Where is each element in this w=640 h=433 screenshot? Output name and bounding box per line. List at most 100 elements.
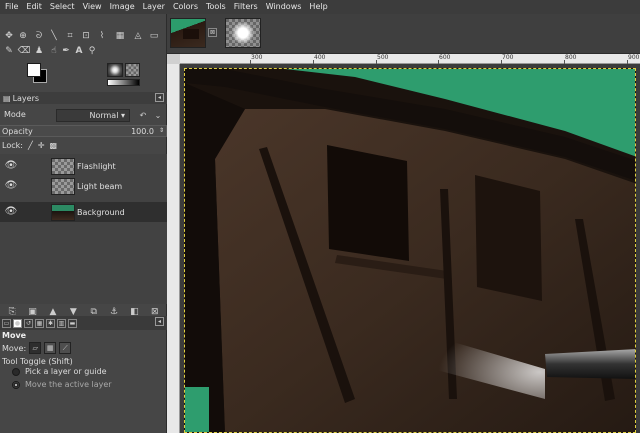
- lock-alpha-icon[interactable]: ▩: [49, 141, 57, 150]
- layers-dock-header: ▤ Layers ◂: [0, 92, 167, 104]
- opacity-label: Opacity: [2, 127, 33, 136]
- radio-move-active[interactable]: Move the active layer: [12, 380, 112, 389]
- layer-row[interactable]: 👁 Light beam: [0, 176, 167, 196]
- ruler-label: 600: [439, 54, 451, 61]
- ruler-label: 800: [565, 54, 577, 61]
- radio-button[interactable]: [12, 380, 20, 389]
- menu-file[interactable]: File: [2, 0, 23, 14]
- tool-toggle-label: Tool Toggle (Shift): [2, 357, 73, 366]
- vertical-ruler[interactable]: [167, 64, 180, 433]
- image-tab-house[interactable]: [170, 18, 206, 48]
- dock-menu-icon[interactable]: ◂: [155, 93, 164, 102]
- menu-filters[interactable]: Filters: [231, 0, 263, 14]
- fuzzy-select-icon[interactable]: ╲: [48, 30, 60, 42]
- lock-label: Lock:: [2, 140, 23, 150]
- align-icon[interactable]: ⊕: [17, 30, 29, 42]
- undo-tab-icon[interactable]: ↺: [24, 318, 33, 328]
- layer-list: 👁 Flashlight 👁 Light beam 👁 Background: [0, 154, 167, 304]
- path-icon[interactable]: ✒: [60, 45, 72, 57]
- mode-select[interactable]: Normal ▾: [56, 109, 130, 122]
- images-tab-icon[interactable]: ▦: [35, 318, 44, 328]
- move-selection-icon[interactable]: ▦: [44, 342, 57, 354]
- image-canvas[interactable]: [184, 68, 636, 433]
- cage-icon[interactable]: ▦: [114, 30, 126, 42]
- lasso-icon[interactable]: ᘐ: [33, 30, 45, 42]
- dock-menu-icon[interactable]: ◂: [155, 317, 164, 326]
- pattern-preview[interactable]: [125, 63, 140, 77]
- canvas-area[interactable]: [180, 64, 640, 433]
- menu-tools[interactable]: Tools: [203, 0, 231, 14]
- menu-view[interactable]: View: [80, 0, 107, 14]
- layer-row-selected[interactable]: 👁 Background: [0, 202, 167, 222]
- options-tabs: ▭ ● ↺ ▦ ✱ ▥ ▬ ◂: [0, 316, 167, 330]
- menu-image[interactable]: Image: [107, 0, 140, 14]
- move-label: Move:: [2, 343, 27, 353]
- menu-select[interactable]: Select: [47, 0, 80, 14]
- mode-row: Mode Normal ▾ ↶ ⌄: [0, 108, 167, 124]
- move-mode-row: Move: ▱ ▦ ⟋: [2, 342, 72, 354]
- menu-windows[interactable]: Windows: [263, 0, 307, 14]
- opacity-slider[interactable]: Opacity 100.0 ⇕: [0, 125, 167, 137]
- horizontal-ruler[interactable]: 300 400 500 600 700 800 900: [180, 54, 640, 64]
- move-layer-icon[interactable]: ▱: [29, 342, 42, 354]
- left-dock: ✥ ⊕ ᘐ ╲ ⌗ ⊡ ⌇ ▦ ◬ ▭ ✎ ⌫ ♟ ☝ ✒ A ⚲ ▤ Laye…: [0, 14, 167, 433]
- tool-options-tab-icon[interactable]: ▭: [2, 318, 11, 328]
- brushes-tab-icon[interactable]: ✱: [46, 318, 55, 328]
- mode-options-icon[interactable]: ⌄: [152, 109, 164, 122]
- layers-tab-icon: ▤: [3, 93, 11, 103]
- spin-arrows-icon[interactable]: ⇕: [159, 127, 164, 134]
- layer-name: Background: [77, 207, 125, 217]
- menu-layer[interactable]: Layer: [140, 0, 170, 14]
- bucket-fill-icon[interactable]: ◬: [132, 30, 144, 42]
- brush-preview[interactable]: [107, 63, 123, 77]
- sky-corner: [185, 387, 209, 432]
- gradient-icon[interactable]: ▭: [148, 30, 160, 42]
- layer-thumbnail: [51, 157, 75, 175]
- window: [327, 145, 409, 261]
- smudge-icon[interactable]: ☝: [48, 45, 60, 57]
- visibility-eye-icon[interactable]: 👁: [4, 161, 18, 171]
- move-path-icon[interactable]: ⟋: [59, 342, 72, 354]
- menu-edit[interactable]: Edit: [23, 0, 47, 14]
- gimp-window: File Edit Select View Image Layer Colors…: [0, 0, 640, 433]
- warp-icon[interactable]: ⌇: [96, 30, 108, 42]
- text-icon[interactable]: A: [73, 45, 85, 57]
- window-right: [475, 175, 542, 301]
- radio-button[interactable]: [12, 367, 20, 376]
- crop-icon[interactable]: ⌗: [64, 30, 76, 42]
- ruler-label: 300: [251, 54, 263, 61]
- layer-name: Flashlight: [77, 161, 116, 171]
- lock-pixels-icon[interactable]: ╱: [28, 141, 33, 150]
- clone-icon[interactable]: ♟: [33, 45, 45, 57]
- paintbrush-icon[interactable]: ✎: [3, 45, 15, 57]
- layer-row[interactable]: 👁 Flashlight: [0, 156, 167, 176]
- mode-label: Mode: [4, 110, 26, 119]
- toolbox: ✥ ⊕ ᘐ ╲ ⌗ ⊡ ⌇ ▦ ◬ ▭ ✎ ⌫ ♟ ☝ ✒ A ⚲: [0, 14, 167, 92]
- ruler-label: 900: [628, 54, 640, 61]
- move-icon[interactable]: ✥: [3, 30, 15, 42]
- ruler-corner: [167, 54, 180, 64]
- device-status-tab-icon[interactable]: ●: [13, 318, 22, 328]
- unified-transform-icon[interactable]: ⊡: [80, 30, 92, 42]
- gradient-preview[interactable]: [107, 79, 140, 86]
- visibility-eye-icon[interactable]: 👁: [4, 181, 18, 191]
- image-tab-light[interactable]: [225, 18, 261, 48]
- flashlight: [545, 349, 635, 379]
- gradients-tab-icon[interactable]: ▬: [68, 318, 77, 328]
- menu-colors[interactable]: Colors: [170, 0, 203, 14]
- lock-position-icon[interactable]: ✛: [38, 141, 45, 150]
- house-scene: [185, 69, 635, 432]
- layers-title: Layers: [12, 93, 40, 103]
- close-tab-icon[interactable]: ⊠: [208, 28, 217, 37]
- visibility-eye-icon[interactable]: 👁: [4, 207, 18, 217]
- eraser-icon[interactable]: ⌫: [18, 45, 31, 57]
- radio-pick-layer[interactable]: Pick a layer or guide: [12, 367, 107, 376]
- reset-icon[interactable]: ↶: [137, 109, 149, 122]
- foreground-color-swatch[interactable]: [27, 63, 41, 77]
- patterns-tab-icon[interactable]: ▥: [57, 318, 66, 328]
- tool-options-title: Move: [2, 331, 27, 340]
- radio-label: Pick a layer or guide: [25, 367, 107, 376]
- zoom-icon[interactable]: ⚲: [86, 45, 98, 57]
- layer-thumbnail: [51, 177, 75, 195]
- menu-help[interactable]: Help: [306, 0, 332, 14]
